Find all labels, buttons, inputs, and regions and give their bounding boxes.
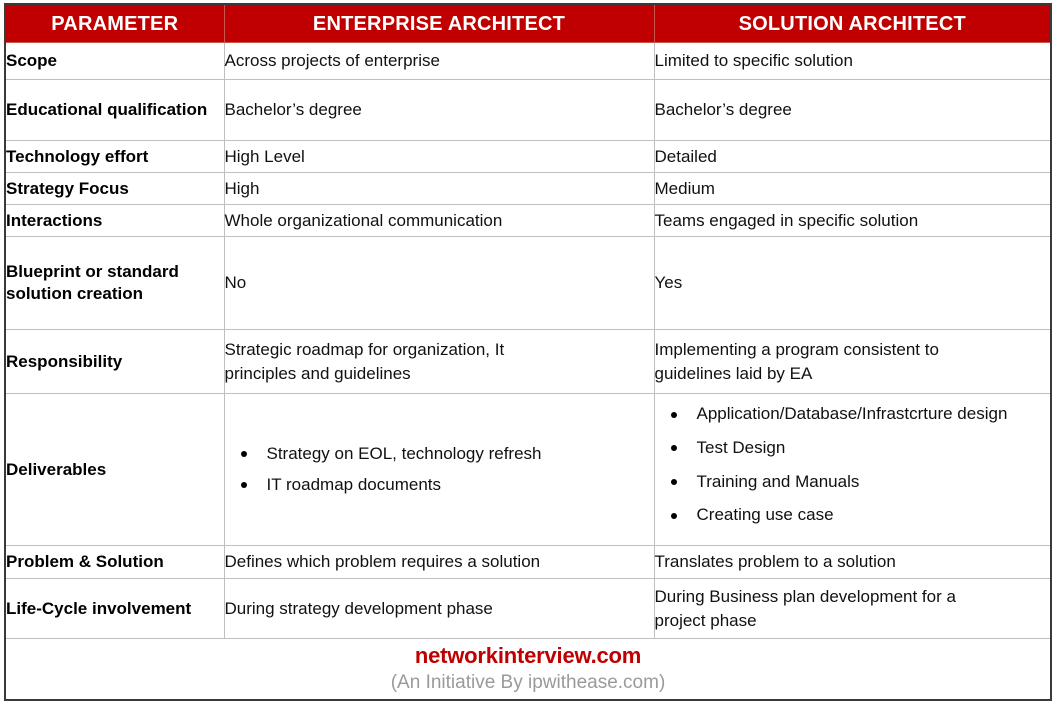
bullet-list-solution-deliverables: Application/Database/Infrastcrture desig… [655,402,1051,528]
row-parameter-technology-effort: Technology effort [4,140,225,173]
column-header-parameter: PARAMETER [4,3,225,43]
bullet-icon [670,445,677,452]
header-row: PARAMETER ENTERPRISE ARCHITECT SOLUTION … [4,3,1052,43]
brand-initiative-note: (An Initiative By ipwithease.com) [390,672,666,694]
value-line: principles and guidelines [224,363,411,383]
value-line: guidelines laid by EA [654,363,813,383]
cell-solution-technology-effort: Detailed [653,140,1052,173]
table-row: Technology effort High Level Detailed [4,140,1052,173]
row-parameter-responsibility: Responsibility [4,329,225,394]
list-item-label: Training and Manuals [696,471,860,491]
cell-enterprise-blueprint: No [223,236,655,330]
column-header-solution-architect-label: SOLUTION ARCHITECT [738,12,966,35]
table-row: Interactions Whole organizational commun… [4,204,1052,237]
list-item: Training and Manuals [655,470,1051,495]
bullet-icon [240,451,247,458]
value-line: During Business plan development for a [654,587,956,607]
row-parameter-life-cycle-involvement: Life-Cycle involvement [4,578,225,639]
table-row: Responsibility Strategic roadmap for org… [4,329,1052,394]
cell-solution-educational-qualification: Bachelor’s degree [653,79,1052,141]
list-item-label: IT roadmap documents [266,474,442,494]
table-footer-row: networkinterview.com (An Initiative By i… [4,638,1052,701]
table-header: PARAMETER ENTERPRISE ARCHITECT SOLUTION … [4,3,1052,43]
cell-solution-blueprint: Yes [653,236,1052,330]
cell-enterprise-problem-and-solution: Defines which problem requires a solutio… [223,545,655,579]
param-line: involvement [91,598,192,618]
cell-enterprise-strategy-focus: High [223,172,655,205]
column-header-parameter-label: PARAMETER [51,12,179,35]
row-parameter-interactions: Interactions [4,204,225,237]
footer-branding-cell: networkinterview.com (An Initiative By i… [4,638,1052,701]
param-line: creation [76,284,143,303]
table-row: Educational qualification Bachelor’s deg… [4,79,1052,141]
cell-solution-interactions: Teams engaged in specific solution [653,204,1052,237]
param-line: Blueprint or [6,262,103,282]
table-row: Blueprint or standard solution creation … [4,236,1052,330]
table-body: Scope Across projects of enterprise Limi… [4,42,1052,701]
row-parameter-problem-and-solution: Problem & Solution [4,545,225,579]
param-line: qualification [107,100,208,120]
cell-enterprise-educational-qualification: Bachelor’s degree [223,79,655,141]
table-row: Scope Across projects of enterprise Limi… [4,42,1052,80]
cell-enterprise-responsibility: Strategic roadmap for organization, It p… [223,329,655,394]
cell-solution-life-cycle-involvement: During Business plan development for a p… [653,578,1052,639]
column-header-enterprise-architect: ENTERPRISE ARCHITECT [223,3,655,43]
list-item: Application/Database/Infrastcrture desig… [655,402,1051,427]
list-item-label: Creating use case [696,505,834,525]
cell-enterprise-scope: Across projects of enterprise [223,42,655,80]
value-line: Strategic roadmap for organization, It [224,340,505,360]
value-line: project phase [654,610,757,630]
param-line: Life-Cycle [6,598,88,618]
bullet-icon [240,482,247,489]
list-item: Test Design [655,436,1051,461]
row-parameter-strategy-focus: Strategy Focus [4,172,225,205]
column-header-solution-architect: SOLUTION ARCHITECT [653,3,1052,43]
list-item: Creating use case [655,503,1051,528]
row-parameter-blueprint-standard-solution-creation: Blueprint or standard solution creation [4,236,225,330]
bullet-list-enterprise-deliverables: Strategy on EOL, technology refresh IT r… [225,442,654,497]
cell-enterprise-deliverables: Strategy on EOL, technology refresh IT r… [223,393,655,546]
row-parameter-deliverables: Deliverables [4,393,225,546]
comparison-table-wrapper: PARAMETER ENTERPRISE ARCHITECT SOLUTION … [4,3,1052,701]
cell-solution-scope: Limited to specific solution [653,42,1052,80]
cell-enterprise-technology-effort: High Level [223,140,655,173]
column-header-enterprise-architect-label: ENTERPRISE ARCHITECT [312,12,566,35]
table-row: Problem & Solution Defines which problem… [4,545,1052,579]
list-item-label: Strategy on EOL, technology refresh [266,443,542,463]
cell-solution-deliverables: Application/Database/Infrastcrture desig… [653,393,1052,546]
comparison-table-page: ipwithease.com PARAMETER ENTERPRISE ARCH… [0,0,1058,709]
cell-solution-responsibility: Implementing a program consistent to gui… [653,329,1052,394]
cell-enterprise-life-cycle-involvement: During strategy development phase [223,578,655,639]
table-row: Strategy Focus High Medium [4,172,1052,205]
list-item-label: Test Design [696,437,786,457]
enterprise-vs-solution-architect-table: PARAMETER ENTERPRISE ARCHITECT SOLUTION … [4,3,1052,701]
list-item: Strategy on EOL, technology refresh [225,442,654,467]
row-parameter-scope: Scope [4,42,225,80]
row-parameter-educational-qualification: Educational qualification [4,79,225,141]
cell-solution-problem-and-solution: Translates problem to a solution [653,545,1052,579]
table-row: Deliverables Strategy on EOL, technology… [4,393,1052,546]
param-line: Educational [6,100,103,120]
value-line: Implementing a program consistent to [654,340,939,360]
list-item: IT roadmap documents [225,473,654,498]
table-row: Life-Cycle involvement During strategy d… [4,578,1052,639]
cell-enterprise-interactions: Whole organizational communication [223,204,655,237]
cell-solution-strategy-focus: Medium [653,172,1052,205]
bullet-icon [670,512,677,519]
brand-networkinterview: networkinterview.com [414,642,642,668]
list-item-label: Application/Database/Infrastcrture desig… [696,404,1008,424]
bullet-icon [670,479,677,486]
bullet-icon [670,411,677,418]
